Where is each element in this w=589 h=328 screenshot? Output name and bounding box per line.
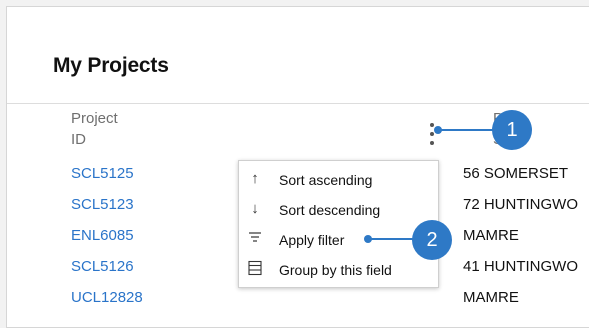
table-row: UCL12828 MAMRE (71, 286, 589, 310)
menu-item-label: Sort descending (279, 202, 381, 218)
menu-item-label: Group by this field (279, 262, 392, 278)
arrow-up-icon: ↑ (251, 170, 259, 187)
project-id-link[interactable]: SCL5123 (71, 193, 134, 217)
project-street: MAMRE (463, 227, 519, 244)
menu-item-sort-ascending[interactable]: ↑ Sort ascending (239, 166, 438, 194)
column-header-project-id: Project ID (71, 108, 118, 150)
header-divider (7, 103, 589, 104)
project-id-link[interactable]: UCL12828 (71, 286, 143, 310)
group-icon (247, 260, 263, 278)
menu-item-sort-descending[interactable]: ↓ Sort descending (239, 196, 438, 224)
arrow-down-icon: ↓ (251, 200, 259, 217)
project-id-link[interactable]: SCL5126 (71, 255, 134, 279)
project-street: 72 HUNTINGWO (463, 196, 579, 213)
menu-item-apply-filter[interactable]: Apply filter (239, 226, 438, 254)
menu-item-label: Sort ascending (279, 172, 373, 188)
project-id-link[interactable]: ENL6085 (71, 224, 134, 248)
filter-icon (247, 230, 263, 248)
project-street: 41 HUNTINGWO (463, 258, 579, 275)
callout-badge: 1 (492, 110, 532, 150)
menu-item-label: Apply filter (279, 232, 345, 248)
column-header-line: ID (71, 131, 86, 148)
column-context-menu: ↑ Sort ascending ↓ Sort descending Apply… (238, 160, 439, 288)
project-street: MAMRE (463, 289, 519, 306)
menu-item-group-by-field[interactable]: Group by this field (239, 256, 438, 284)
project-id-link[interactable]: SCL5125 (71, 162, 134, 186)
callout-connector (438, 129, 500, 131)
project-street: 56 SOMERSET (463, 165, 569, 182)
column-header-line: Project (71, 110, 118, 127)
callout-badge: 2 (412, 220, 452, 260)
panel-title: My Projects (53, 54, 169, 77)
